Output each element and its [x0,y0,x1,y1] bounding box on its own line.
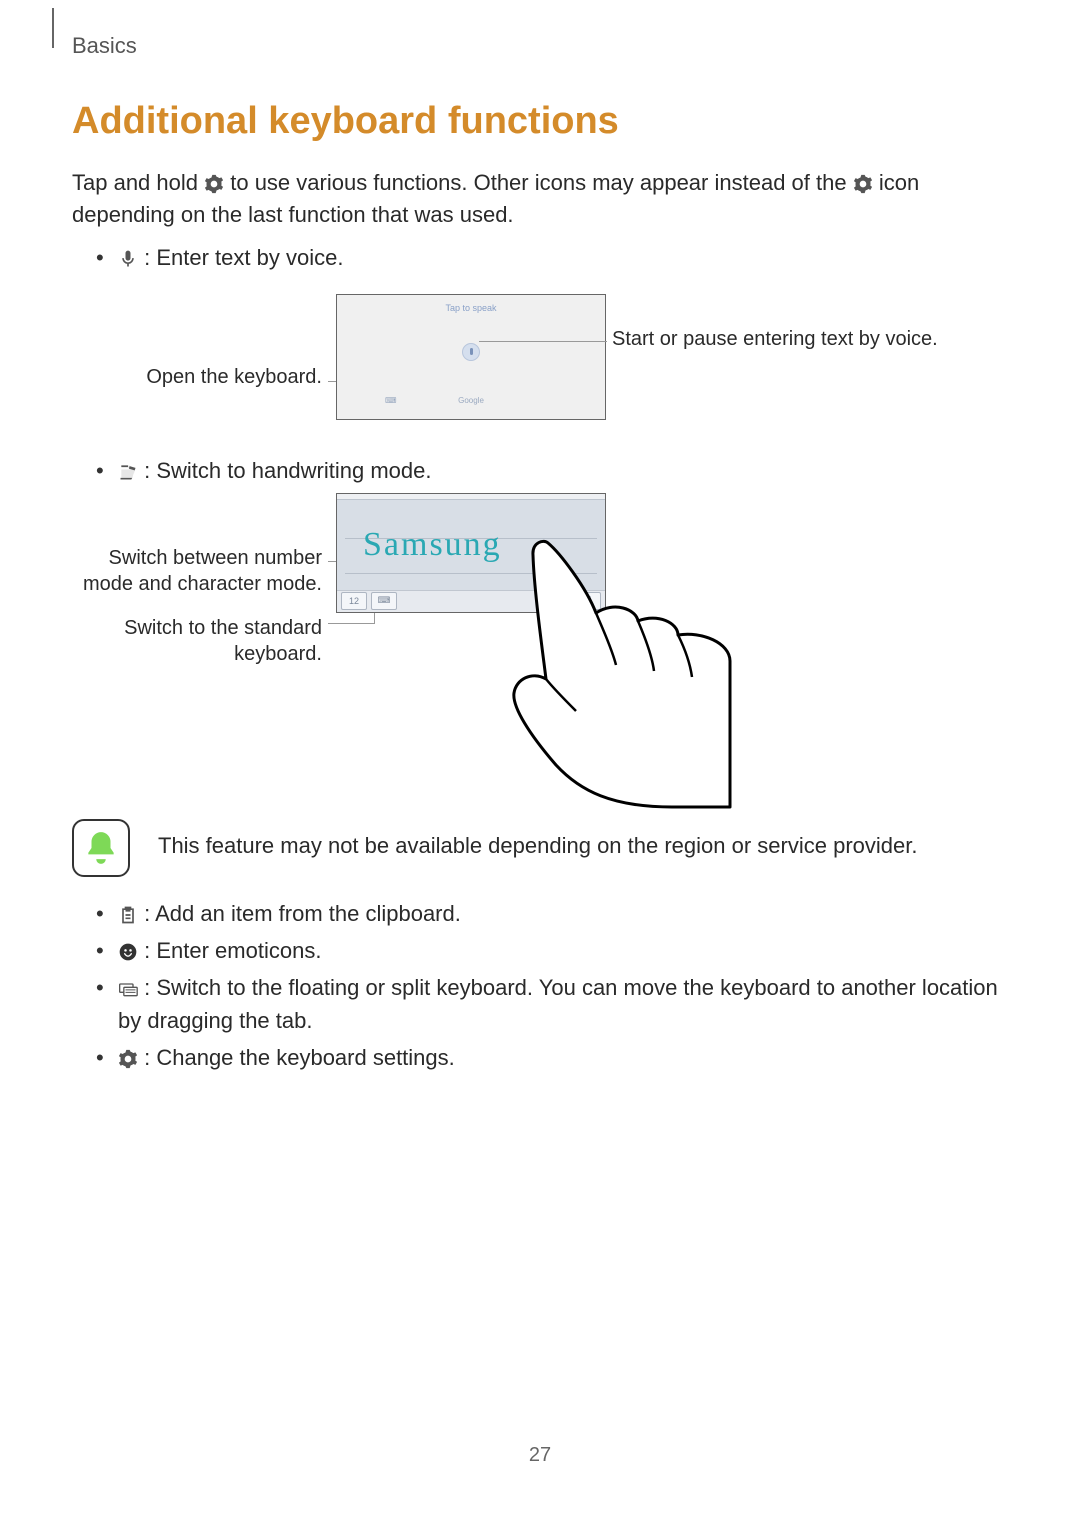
voice-panel-illustration: Tap to speak ⌨ Google [336,294,606,420]
page-title: Additional keyboard functions [72,100,1012,143]
callout-switch-standard: Switch to the standard keyboard. [72,615,322,667]
floating-keyboard-icon [118,975,138,995]
section-label: Basics [72,33,137,59]
intro-a: Tap and hold [72,170,204,195]
hand-illustration [502,539,732,811]
note-block: This feature may not be available depend… [72,819,1012,877]
callout-open-keyboard: Open the keyboard. [72,364,322,390]
hw-sample-text: Samsung [363,526,502,564]
microphone-icon [118,245,138,265]
bullet-handwriting: : Switch to handwriting mode. [72,454,1012,487]
voice-panel-top-label: Tap to speak [337,303,605,313]
bullet-voice-text: : Enter text by voice. [144,245,343,270]
header-rule [52,8,54,48]
bullet-handwriting-text: : Switch to handwriting mode. [144,458,431,483]
hw-mode-button-icon: 12 [341,592,367,610]
callout-start-pause: Start or pause entering text by voice. [612,326,972,352]
voice-mic-button-icon [462,343,480,361]
note-bell-icon [72,819,130,877]
hw-topbar [337,494,605,500]
bullet-settings-text: : Change the keyboard settings. [144,1045,455,1070]
bullet-emoticons: : Enter emoticons. [72,934,1012,967]
callout-line [479,341,607,342]
figure-voice-input: Open the keyboard. Tap to speak ⌨ Google… [72,284,1012,444]
callout-line [328,623,374,624]
smiley-icon [118,938,138,958]
gear-icon [204,171,224,191]
figure-handwriting: Switch between number mode and character… [72,493,1012,813]
handwriting-icon [118,458,138,478]
callout-switch-num-char: Switch between number mode and character… [72,545,322,597]
gear-icon [853,171,873,191]
page-content: Additional keyboard functions Tap and ho… [72,100,1012,1078]
bullet-clipboard: : Add an item from the clipboard. [72,897,1012,930]
bullet-floating-text: : Switch to the floating or split keyboa… [118,975,998,1033]
intro-b: to use various functions. Other icons ma… [230,170,852,195]
hw-keyboard-button-icon: ⌨ [371,592,397,610]
bullet-floating: : Switch to the floating or split keyboa… [72,971,1012,1037]
bullet-voice: : Enter text by voice. [72,241,1012,274]
intro-paragraph: Tap and hold to use various functions. O… [72,167,1012,231]
bullet-settings: : Change the keyboard settings. [72,1041,1012,1074]
bullet-clipboard-text: : Add an item from the clipboard. [144,901,461,926]
voice-panel-brand: Google [337,396,605,405]
page-number: 27 [0,1444,1080,1467]
bullet-emoticons-text: : Enter emoticons. [144,938,321,963]
gear-icon [118,1045,138,1065]
clipboard-icon [118,901,138,921]
note-text: This feature may not be available depend… [158,819,917,859]
